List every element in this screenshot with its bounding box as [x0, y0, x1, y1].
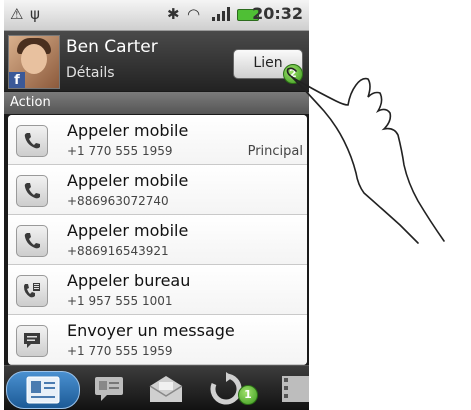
tab-details[interactable]: [6, 371, 80, 409]
warning-icon: ⚠: [10, 5, 24, 23]
phone-screen: ⚠ ψ ✱ ◠ 20:32 f Ben Carter Détails Lien …: [4, 0, 309, 410]
list-item[interactable]: Envoyer un message +1 770 555 1959: [8, 315, 307, 365]
link-button-label: Lien: [253, 55, 283, 71]
tab-bar: 1: [4, 365, 309, 410]
clock: 20:32: [252, 4, 303, 23]
message-icon: [16, 325, 48, 357]
wifi-icon: ◠: [187, 5, 201, 23]
film-icon: [282, 376, 309, 402]
status-bar: ⚠ ψ ✱ ◠ 20:32: [4, 0, 309, 31]
list-item[interactable]: Appeler mobile +886916543921: [8, 215, 307, 265]
action-list: Appeler mobile +1 770 555 1959 Principal…: [8, 115, 307, 365]
action-title: Envoyer un message: [67, 321, 235, 340]
action-title: Appeler mobile: [67, 221, 189, 240]
phone-icon: [16, 125, 48, 157]
tab-messages[interactable]: [90, 371, 130, 407]
action-number: +1 770 555 1959: [67, 344, 173, 358]
list-item[interactable]: Appeler bureau +1 957 555 1001: [8, 265, 307, 315]
action-number: +1 770 555 1959: [67, 144, 173, 158]
usb-icon: ψ: [30, 5, 40, 23]
chat-icon: [95, 377, 123, 401]
phone-icon: [16, 225, 48, 257]
action-title: Appeler bureau: [67, 271, 191, 290]
signal-icon: [212, 7, 234, 21]
contact-subtitle: Détails: [66, 65, 115, 81]
pointing-hand-icon: [286, 67, 445, 244]
action-title: Appeler mobile: [67, 121, 189, 140]
office-phone-icon: [16, 275, 48, 307]
facebook-icon: f: [9, 72, 25, 88]
avatar[interactable]: f: [8, 35, 60, 89]
tab-updates[interactable]: 1: [206, 371, 258, 407]
contact-name: Ben Carter: [66, 37, 158, 57]
action-number: +886916543921: [67, 244, 169, 258]
phone-icon: [16, 175, 48, 207]
contact-card-icon: [26, 376, 60, 404]
list-item[interactable]: Appeler mobile +1 770 555 1959 Principal: [8, 115, 307, 165]
section-header: Action: [4, 92, 309, 114]
bluetooth-icon: ✱: [167, 5, 180, 23]
tab-media[interactable]: [276, 371, 309, 407]
contact-header: f Ben Carter Détails Lien 2: [4, 31, 309, 91]
action-title: Appeler mobile: [67, 171, 189, 190]
action-number: +1 957 555 1001: [67, 294, 173, 308]
action-number: +886963072740: [67, 194, 169, 208]
tab-mail[interactable]: [144, 371, 188, 407]
mail-icon: [149, 376, 183, 402]
list-item[interactable]: Appeler mobile +886963072740: [8, 165, 307, 215]
updates-count-badge: 1: [238, 385, 258, 405]
